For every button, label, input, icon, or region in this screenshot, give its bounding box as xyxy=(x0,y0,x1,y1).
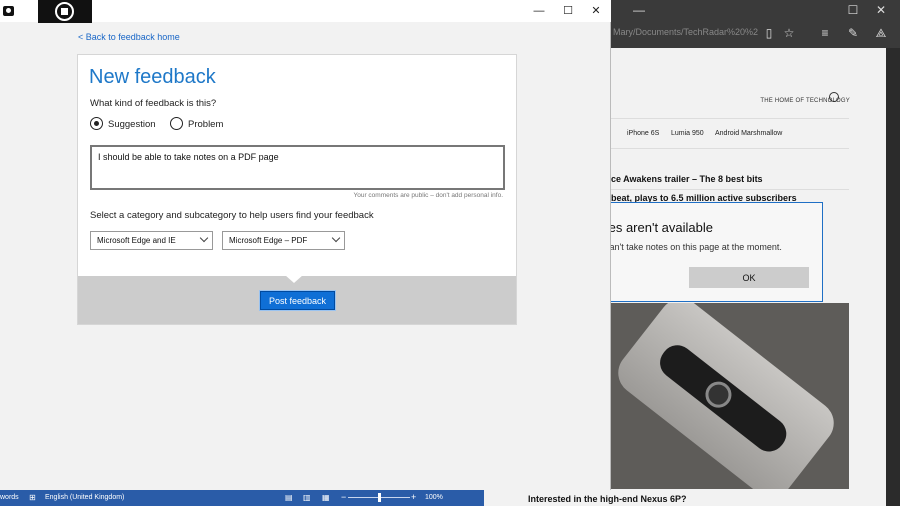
back-to-feedback-home-link[interactable]: < Back to feedback home xyxy=(78,32,180,42)
read-mode-icon[interactable]: ▤ xyxy=(285,493,293,502)
feedback-kind-question: What kind of feedback is this? xyxy=(90,98,217,109)
edge-maximize-button[interactable]: ☐ xyxy=(845,2,861,18)
zoom-in-button[interactable]: + xyxy=(411,492,416,502)
subcategory-dropdown[interactable]: Microsoft Edge – PDF xyxy=(222,231,345,250)
language-indicator[interactable]: English (United Kingdom) xyxy=(45,494,124,501)
web-layout-icon[interactable]: ▦ xyxy=(322,493,330,502)
page-title: New feedback xyxy=(89,66,216,88)
privacy-note: Your comments are public – don't add per… xyxy=(353,192,503,199)
phone-photo[interactable] xyxy=(611,303,849,489)
footer-notch xyxy=(285,275,303,283)
category-value: Microsoft Edge and IE xyxy=(97,236,176,245)
site-nav: s iPhone 6S Lumia 950 Android Marshmallo… xyxy=(611,124,849,144)
share-icon[interactable]: ⟁ xyxy=(874,26,888,40)
web-note-icon[interactable]: ✎ xyxy=(846,26,860,40)
nav-link-iphone[interactable]: iPhone 6S xyxy=(627,130,659,137)
camera-icon[interactable] xyxy=(3,6,14,16)
zoom-slider-thumb[interactable] xyxy=(377,493,381,502)
address-url[interactable]: Mary/Documents/TechRadar%20%2 xyxy=(613,27,758,37)
chevron-down-icon xyxy=(199,233,209,243)
chevron-down-icon xyxy=(331,233,341,243)
phone-image xyxy=(611,303,843,489)
edge-address-bar[interactable]: Mary/Documents/TechRadar%20%2 ▯ ☆ ≡ ✎ ⟁ xyxy=(611,20,900,48)
subcategory-value: Microsoft Edge – PDF xyxy=(229,236,308,245)
feedback-comment-text[interactable]: I should be able to take notes on a PDF … xyxy=(98,152,279,162)
stop-recording-button[interactable] xyxy=(38,0,92,23)
category-dropdown[interactable]: Microsoft Edge and IE xyxy=(90,231,213,250)
edge-scrollbar[interactable] xyxy=(886,48,900,506)
new-feedback-form: New feedback What kind of feedback is th… xyxy=(77,54,517,325)
word-count[interactable]: words xyxy=(0,494,19,501)
zoom-level[interactable]: 100% xyxy=(425,494,443,501)
favorite-star-icon[interactable]: ☆ xyxy=(782,26,796,40)
minimize-button[interactable]: — xyxy=(530,3,548,19)
photo-caption-bar: Interested in the high-end Nexus 6P? xyxy=(484,490,886,506)
nav-link-android[interactable]: Android Marshmallow xyxy=(715,130,782,137)
photo-caption[interactable]: Interested in the high-end Nexus 6P? xyxy=(528,494,687,504)
problem-radio[interactable] xyxy=(170,117,183,130)
hub-icon[interactable]: ≡ xyxy=(818,26,832,40)
dialog-title: tes aren't available xyxy=(605,220,713,235)
reading-view-icon[interactable]: ▯ xyxy=(762,26,776,40)
divider xyxy=(611,118,849,119)
feedback-window: — ☐ ✕ < Back to feedback home New feedba… xyxy=(0,0,611,490)
edge-minimize-button[interactable]: — xyxy=(631,2,647,18)
feedback-title-bar: — ☐ ✕ xyxy=(0,0,611,23)
proofing-icon[interactable]: ⊞ xyxy=(29,493,36,502)
divider xyxy=(611,189,849,190)
suggestion-radio[interactable] xyxy=(90,117,103,130)
dialog-message: can't take notes on this page at the mom… xyxy=(605,242,782,252)
print-layout-icon[interactable]: ▥ xyxy=(303,493,311,502)
divider xyxy=(611,148,849,149)
form-footer: Post feedback xyxy=(78,275,516,324)
zoom-out-button[interactable]: − xyxy=(341,492,346,502)
notes-unavailable-dialog: tes aren't available can't take notes on… xyxy=(596,202,823,302)
nav-link-lumia[interactable]: Lumia 950 xyxy=(671,130,704,137)
feedback-comment-textarea[interactable]: I should be able to take notes on a PDF … xyxy=(90,145,505,190)
site-tagline: THE HOME OF TECHNOLOGY xyxy=(760,98,850,104)
edge-close-button[interactable]: ✕ xyxy=(873,2,889,18)
close-button[interactable]: ✕ xyxy=(587,3,605,19)
edge-title-bar: — ☐ ✕ xyxy=(611,0,900,20)
problem-label[interactable]: Problem xyxy=(188,119,223,130)
maximize-button[interactable]: ☐ xyxy=(559,3,577,19)
headline-link[interactable]: ce Awakens trailer – The 8 best bits xyxy=(611,174,763,184)
ok-button[interactable]: OK xyxy=(689,267,809,288)
word-status-bar: words ⊞ English (United Kingdom) ▤ ▥ ▦ −… xyxy=(0,490,484,506)
stop-icon xyxy=(55,2,74,21)
category-prompt: Select a category and subcategory to hel… xyxy=(90,210,374,221)
post-feedback-button[interactable]: Post feedback xyxy=(259,290,336,311)
suggestion-label[interactable]: Suggestion xyxy=(108,119,156,130)
